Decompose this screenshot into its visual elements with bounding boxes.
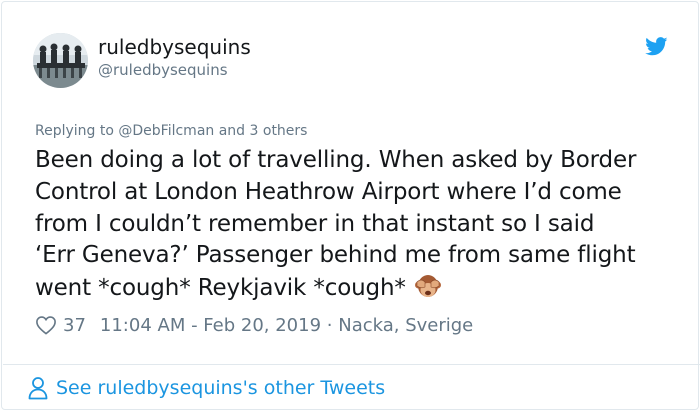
tweet-meta: 37 11:04 AM - Feb 20, 2019 · Nacka, Sver… (35, 313, 473, 337)
heart-icon[interactable] (35, 315, 57, 335)
tweet-card: ruledbysequins @ruledbysequins Replying … (1, 1, 700, 410)
reply-mention-link[interactable]: @DebFilcman (118, 123, 214, 139)
person-icon (28, 377, 48, 400)
display-name[interactable]: ruledbysequins (98, 35, 251, 59)
like-count[interactable]: 37 (63, 315, 86, 336)
timestamp[interactable]: 11:04 AM - Feb 20, 2019 · Nacka, Sverige (100, 315, 473, 336)
tweet-text-line: Control at London Heathrow Airport where… (35, 178, 622, 205)
see-no-evil-monkey-icon (414, 272, 442, 300)
location[interactable]: Nacka, Sverige (338, 315, 473, 336)
tweet-text-line: from I couldn’t remember in that instant… (35, 210, 595, 237)
tweet-text-line: ‘Err Geneva?’ Passenger behind me from s… (35, 242, 636, 269)
see-other-tweets-label[interactable]: See ruledbysequins's other Tweets (56, 377, 385, 399)
replying-suffix[interactable]: and 3 others (214, 123, 308, 139)
tweet-text: Been doing a lot of travelling. When ask… (35, 145, 685, 305)
see-other-tweets-link[interactable]: See ruledbysequins's other Tweets (27, 375, 385, 401)
avatar-image (33, 33, 88, 88)
tweet-text-line-last: went *cough* Reykjavik *cough* (35, 272, 685, 305)
replying-to: Replying to @DebFilcman and 3 others (35, 122, 307, 140)
avatar[interactable] (33, 33, 88, 88)
tweet-text-line: went *cough* Reykjavik *cough* (35, 275, 406, 302)
meta-separator: · (326, 314, 333, 336)
divider (3, 364, 700, 365)
twitter-bird-icon[interactable] (645, 37, 668, 56)
timestamp-date[interactable]: 11:04 AM - Feb 20, 2019 (100, 315, 321, 336)
user-handle[interactable]: @ruledbysequins (98, 60, 228, 80)
replying-prefix: Replying to (35, 123, 119, 139)
tweet-text-line: Been doing a lot of travelling. When ask… (35, 147, 637, 173)
